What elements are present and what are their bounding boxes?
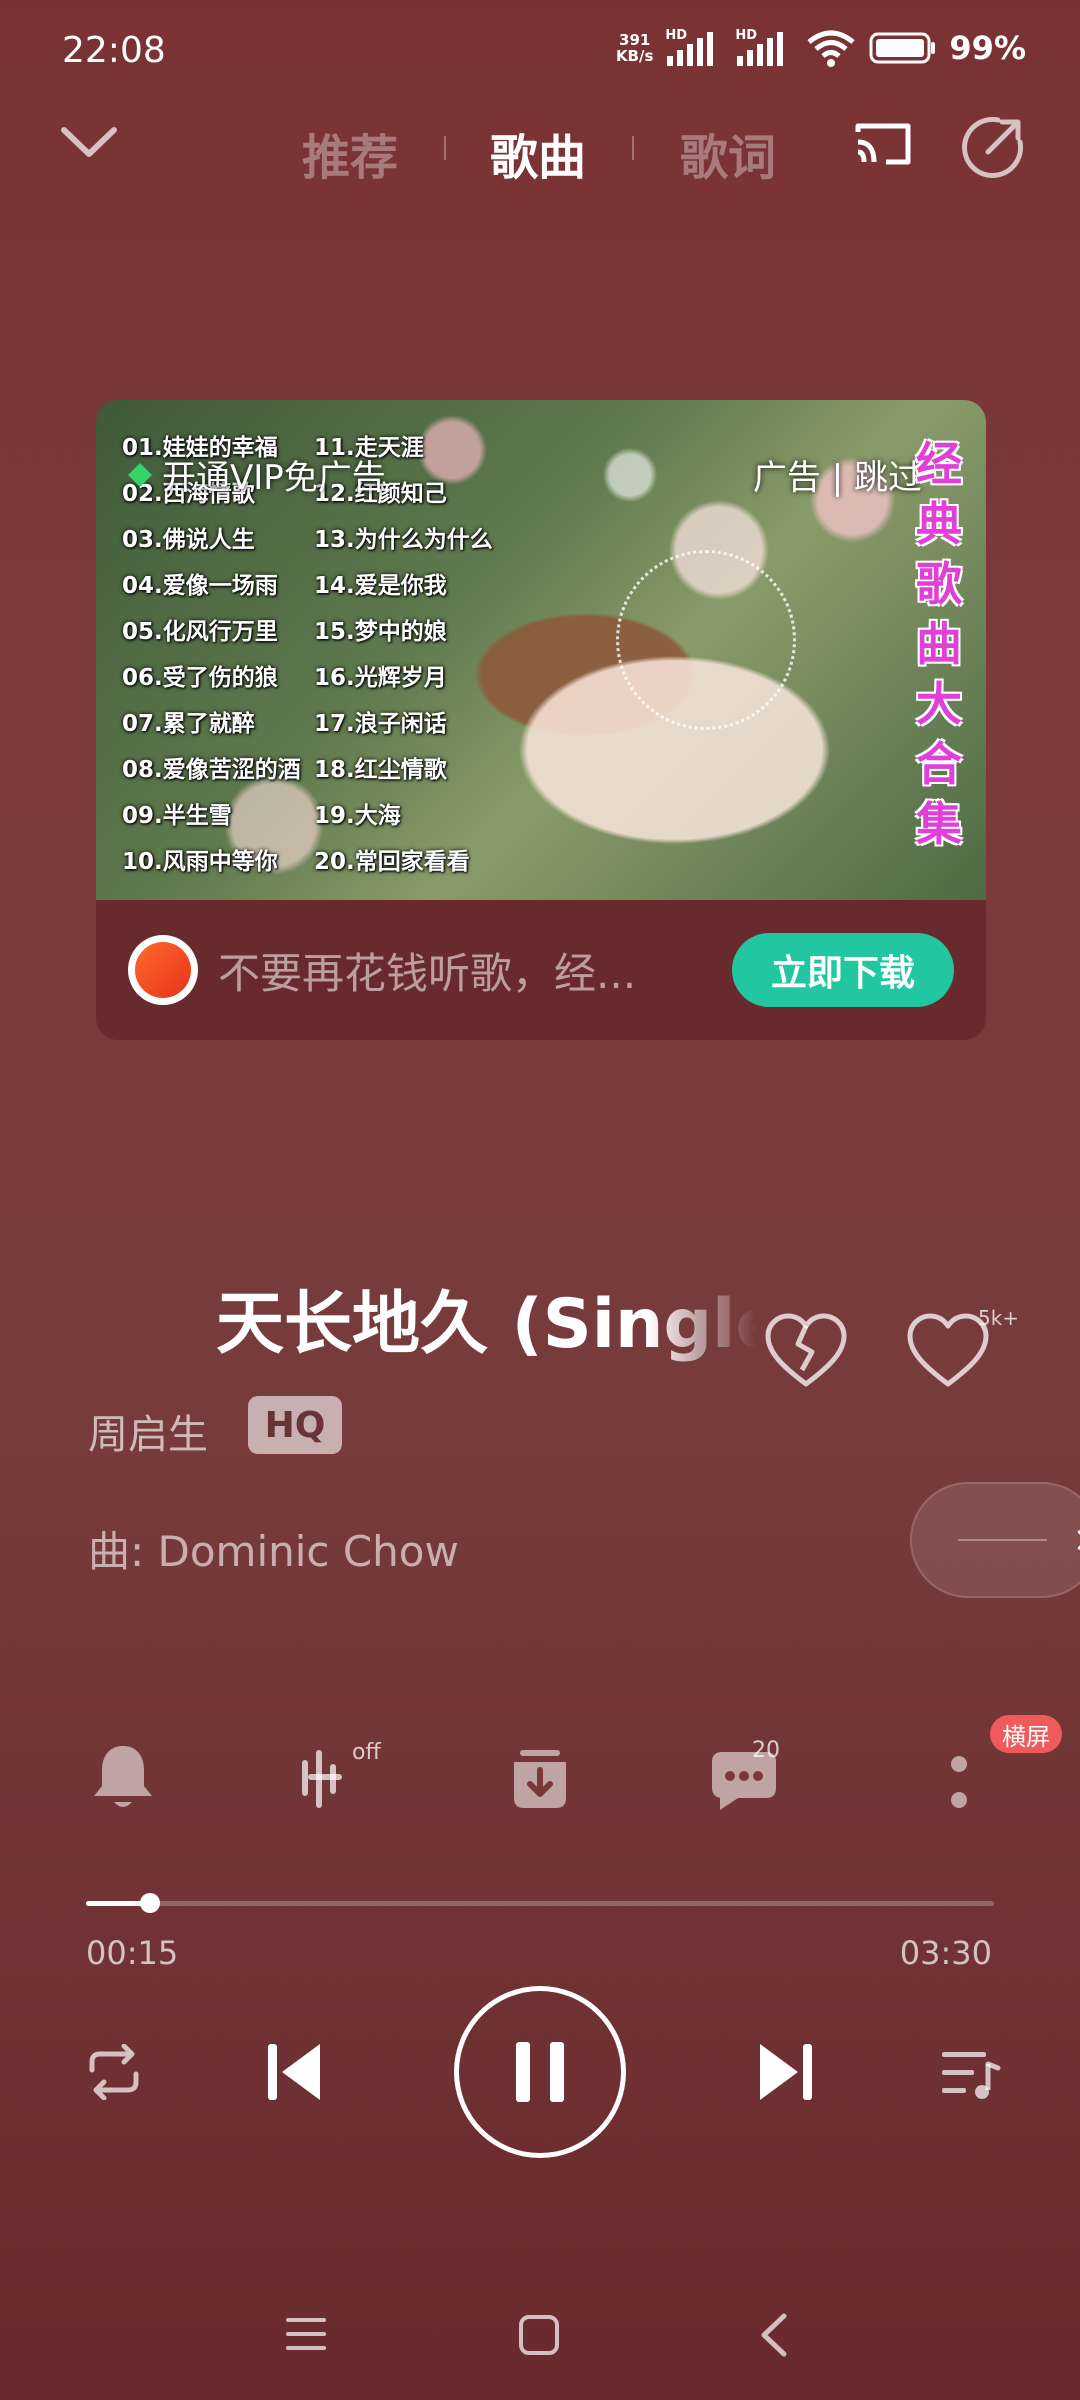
- ad-description: 不要再花钱听歌，经...: [218, 948, 637, 998]
- ad-vertical-char: 经: [916, 437, 962, 491]
- download-button[interactable]: 立即下载: [732, 933, 954, 1007]
- ad-playlist-item: 14.爱是你我: [314, 573, 447, 599]
- tab-song[interactable]: 歌曲: [490, 118, 586, 188]
- ad-vertical-char: 合: [916, 737, 962, 791]
- tab-divider: [444, 136, 446, 160]
- ad-playlist-item: 20.常回家看看: [314, 849, 470, 875]
- download-icon[interactable]: [504, 1742, 576, 1814]
- ad-vertical-char: 歌: [916, 557, 962, 611]
- vip-remove-ads-link[interactable]: 开通VIP免广告: [126, 450, 386, 499]
- ad-playlist-item: 15.梦中的娘: [314, 619, 447, 645]
- battery-level: 99%: [949, 29, 1026, 67]
- previous-icon[interactable]: [264, 2040, 324, 2104]
- progress-track[interactable]: [86, 1901, 994, 1906]
- battery-icon: [869, 32, 936, 64]
- home-icon[interactable]: [518, 2314, 560, 2356]
- ad-vertical-title: 经典歌曲大合集: [916, 434, 966, 854]
- tab-recommend[interactable]: 推荐: [302, 118, 398, 188]
- composer-line: 曲: Dominic Chow: [88, 1527, 459, 1576]
- back-icon[interactable]: [756, 2312, 790, 2358]
- quality-badge[interactable]: HQ: [248, 1396, 342, 1454]
- pause-button[interactable]: [454, 1986, 626, 2158]
- more-icon[interactable]: [944, 1750, 974, 1816]
- bell-icon[interactable]: [90, 1740, 156, 1814]
- like-count: 5k+: [978, 1306, 1020, 1330]
- playlist-icon[interactable]: [938, 2046, 1002, 2102]
- total-time: 03:30: [899, 1934, 992, 1972]
- effect-state-label: off: [352, 1740, 381, 1765]
- ad-vertical-char: 典: [916, 497, 962, 551]
- ad-playlist-item: 07.累了就醉: [122, 711, 255, 737]
- menu-icon[interactable]: [284, 2314, 328, 2354]
- ad-playlist-item: 04.爱像一场雨: [122, 573, 278, 599]
- comment-count: 20: [752, 1738, 780, 1763]
- ad-vertical-char: 集: [916, 797, 962, 851]
- repeat-icon[interactable]: [84, 2044, 144, 2100]
- vip-text: 开通VIP免广告: [162, 458, 386, 498]
- landscape-badge[interactable]: 横屏: [990, 1715, 1062, 1753]
- sound-effect-icon[interactable]: [296, 1746, 358, 1812]
- ad-footer[interactable]: 不要再花钱听歌，经... 立即下载: [96, 900, 986, 1040]
- current-time: 00:15: [86, 1934, 179, 1972]
- ad-playlist-item: 13.为什么为什么: [314, 527, 493, 553]
- ad-playlist-item: 03.佛说人生: [122, 527, 255, 553]
- ad-decoration: [616, 550, 796, 730]
- pill-line: [958, 1539, 1047, 1541]
- ad-banner[interactable]: 01.娃娃的幸福 11.走天涯 02.西海情歌 12.红颜知己 03.佛说人生 13.…: [96, 400, 986, 1040]
- status-icons: 391 KB/s HD HD 99%: [616, 28, 1026, 68]
- status-time: 22:08: [62, 30, 166, 71]
- ad-playlist-item: 18.红尘情歌: [314, 757, 447, 783]
- ad-playlist-item: 16.光辉岁月: [314, 665, 447, 691]
- floating-lyric-pill[interactable]: [910, 1482, 1080, 1598]
- progress-knob[interactable]: [140, 1893, 161, 1913]
- ad-skip-button[interactable]: 广告 | 跳过: [753, 450, 922, 499]
- share-icon[interactable]: [958, 112, 1028, 182]
- ad-playlist-item: 09.半生雪: [122, 803, 232, 829]
- dislike-heart-icon[interactable]: [762, 1312, 850, 1392]
- ad-playlist-item: 10.风雨中等你: [122, 849, 278, 875]
- next-icon[interactable]: [756, 2040, 816, 2104]
- ad-playlist-item: 17.浪子闲话: [314, 711, 447, 737]
- ad-playlist-item: 08.爱像苦涩的酒: [122, 757, 301, 783]
- wifi-icon: [807, 30, 855, 67]
- ad-playlist-item: 06.受了伤的狼: [122, 665, 278, 691]
- ad-playlist-item: 19.大海: [314, 803, 401, 829]
- song-title: 天长地久 (Single: [216, 1285, 756, 1364]
- net-speed: 391 KB/s: [615, 31, 654, 65]
- ad-vertical-char: 曲: [916, 617, 962, 671]
- artist-name[interactable]: 周启生: [88, 1402, 208, 1460]
- ad-playlist-item: 05.化风行万里: [122, 619, 278, 645]
- cast-icon[interactable]: [852, 118, 914, 170]
- signal-icon: HD: [735, 28, 793, 68]
- diamond-icon: [128, 462, 152, 487]
- ad-app-logo: [128, 935, 198, 1005]
- ad-vertical-char: 大: [916, 677, 962, 731]
- signal-icon: HD: [665, 28, 723, 68]
- tab-divider: [632, 136, 634, 160]
- collapse-chevron-icon[interactable]: [58, 118, 120, 166]
- pause-icon: [516, 2042, 564, 2102]
- tab-lyrics[interactable]: 歌词: [680, 118, 776, 188]
